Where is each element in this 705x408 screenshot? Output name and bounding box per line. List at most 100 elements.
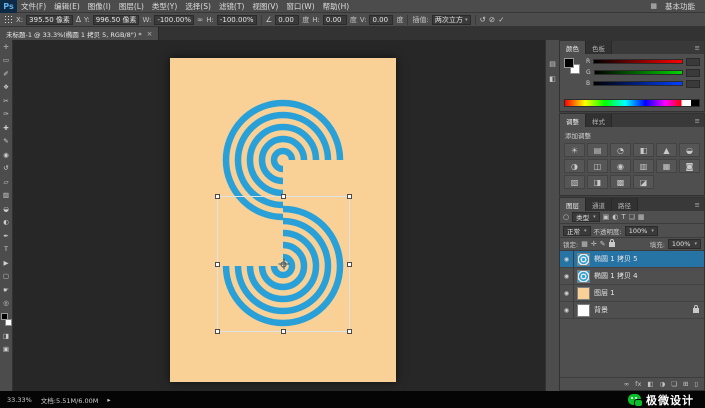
red-value-input[interactable] [686, 57, 700, 66]
close-tab-icon[interactable]: × [147, 30, 153, 38]
color-spectrum-bar[interactable] [564, 99, 700, 107]
transform-center-icon[interactable] [278, 258, 289, 270]
lock-position-icon[interactable]: ✛ [591, 240, 597, 248]
panel-menu-icon[interactable]: ≡ [691, 41, 704, 54]
pen-tool[interactable]: ✒ [0, 229, 13, 243]
panel-color-swatches[interactable] [564, 58, 580, 74]
delete-layer-icon[interactable]: ▯ [694, 380, 698, 388]
menu-layer[interactable]: 图层(L) [115, 0, 148, 13]
green-slider[interactable] [593, 70, 683, 75]
healing-brush-tool[interactable]: ✚ [0, 121, 13, 135]
foreground-color-swatch[interactable] [564, 58, 574, 68]
brush-tool[interactable]: ✎ [0, 135, 13, 149]
layer-name[interactable]: 背景 [594, 305, 608, 315]
canvas-area[interactable] [13, 40, 545, 391]
levels-icon[interactable]: ▤ [587, 143, 608, 157]
collapsed-panel-icon-1[interactable]: ▤ [549, 60, 556, 68]
filter-shape-layers-icon[interactable]: ❏ [629, 213, 635, 221]
blend-mode-select[interactable]: 正常 ▾ [563, 225, 591, 236]
transform-handle-top-right[interactable] [347, 194, 352, 199]
new-adjustment-layer-icon[interactable]: ◑ [659, 380, 665, 388]
transform-handle-middle-left[interactable] [215, 261, 220, 267]
color-lookup-icon[interactable]: ▦ [656, 159, 677, 173]
screen-mode-button[interactable]: ▣ [0, 343, 13, 357]
lock-all-icon[interactable] [608, 238, 615, 247]
eyedropper-tool[interactable]: ✑ [0, 108, 13, 122]
skew-v-input[interactable]: 0.00 [369, 14, 394, 25]
transform-handle-bottom-middle[interactable] [281, 329, 286, 334]
restore-icon[interactable]: ↺ [480, 15, 486, 24]
channel-mixer-icon[interactable]: ▥ [633, 159, 654, 173]
height-input[interactable]: -100.00% [216, 14, 257, 25]
lock-image-pixels-icon[interactable]: ✎ [600, 240, 606, 248]
shape-tool[interactable]: ▢ [0, 270, 13, 284]
move-tool[interactable]: ✛ [0, 40, 13, 54]
layer-name[interactable]: 图层 1 [594, 288, 615, 298]
layer-name[interactable]: 椭圆 1 拷贝 5 [594, 254, 638, 264]
tab-swatches[interactable]: 色板 [586, 41, 612, 54]
hand-tool[interactable]: ☛ [0, 283, 13, 297]
foreground-color-swatch[interactable] [0, 313, 8, 320]
foreground-background-swatches[interactable] [0, 313, 12, 326]
visibility-eye-icon[interactable]: ◉ [560, 302, 574, 318]
posterize-icon[interactable]: ▧ [564, 175, 585, 189]
layer-thumbnail[interactable] [577, 252, 590, 266]
workspace-grid-icon[interactable]: ▦ [650, 2, 657, 10]
menu-select[interactable]: 选择(S) [181, 0, 215, 13]
transform-handle-bottom-left[interactable] [215, 329, 220, 334]
link-layers-icon[interactable]: ∞ [624, 380, 629, 388]
dodge-tool[interactable]: ◐ [0, 216, 13, 230]
fill-select[interactable]: 100% ▾ [667, 239, 701, 249]
layer-row-layer-1[interactable]: ◉ 图层 1 [560, 285, 704, 302]
visibility-eye-icon[interactable]: ◉ [560, 268, 574, 284]
new-layer-icon[interactable]: ⊞ [683, 380, 688, 388]
visibility-eye-icon[interactable]: ◉ [560, 251, 574, 267]
tab-styles[interactable]: 样式 [586, 114, 612, 127]
layer-thumbnail[interactable] [577, 286, 590, 300]
gradient-tool[interactable]: ▨ [0, 189, 13, 203]
menu-help[interactable]: 帮助(H) [319, 0, 354, 13]
photoshop-logo-icon[interactable]: Ps [0, 0, 17, 13]
document-artboard[interactable] [170, 58, 396, 382]
status-arrow-icon[interactable]: ▸ [107, 396, 110, 404]
panel-menu-icon[interactable]: ≡ [691, 198, 704, 211]
black-white-icon[interactable]: ◫ [587, 159, 608, 173]
green-value-input[interactable] [686, 68, 700, 77]
panel-menu-icon[interactable]: ≡ [691, 114, 704, 127]
eraser-tool[interactable]: ▱ [0, 175, 13, 189]
tab-paths[interactable]: 路径 [612, 198, 638, 211]
transform-handle-bottom-right[interactable] [347, 329, 352, 334]
width-input[interactable]: -100.00% [154, 14, 194, 25]
lasso-tool[interactable]: ✐ [0, 67, 13, 81]
layer-row-ellipse-copy-4[interactable]: ◉ 椭圆 1 拷贝 4 [560, 268, 704, 285]
vibrance-icon[interactable]: ▲ [656, 143, 677, 157]
marquee-tool[interactable]: ▭ [0, 54, 13, 68]
color-balance-icon[interactable]: ◑ [564, 159, 585, 173]
layer-row-ellipse-copy-5[interactable]: ◉ 椭圆 1 拷贝 5 [560, 251, 704, 268]
link-dimensions-icon[interactable]: ∞ [197, 15, 203, 24]
quick-selection-tool[interactable]: ❖ [0, 81, 13, 95]
tab-channels[interactable]: 通道 [586, 198, 612, 211]
document-tab[interactable]: 未标题-1 @ 33.3%(椭圆 1 拷贝 5, RGB/8") * × [0, 27, 160, 40]
menu-edit[interactable]: 编辑(E) [50, 0, 84, 13]
quick-mask-button[interactable]: ◨ [0, 329, 13, 343]
brightness-contrast-icon[interactable]: ☀ [564, 143, 585, 157]
transform-handle-top-left[interactable] [215, 194, 220, 199]
layer-name[interactable]: 椭圆 1 拷贝 4 [594, 271, 638, 281]
hue-saturation-icon[interactable]: ◒ [679, 143, 700, 157]
y-input[interactable]: 996.50 像素 [92, 14, 140, 25]
type-tool[interactable]: T [0, 243, 13, 257]
background-color-swatch[interactable] [4, 319, 12, 326]
photo-filter-icon[interactable]: ◉ [610, 159, 631, 173]
blur-tool[interactable]: ◒ [0, 202, 13, 216]
layer-effects-icon[interactable]: fx [635, 380, 641, 388]
cancel-transform-icon[interactable]: ⊘ [489, 15, 495, 24]
transform-handle-middle-right[interactable] [347, 261, 352, 267]
transform-handle-top-middle[interactable] [281, 194, 286, 199]
menu-view[interactable]: 视图(V) [248, 0, 282, 13]
interpolation-select[interactable]: 两次立方 ▾ [431, 14, 471, 25]
crop-tool[interactable]: ✂ [0, 94, 13, 108]
skew-h-input[interactable]: 0.00 [322, 14, 347, 25]
history-brush-tool[interactable]: ↺ [0, 162, 13, 176]
exposure-icon[interactable]: ◧ [633, 143, 654, 157]
